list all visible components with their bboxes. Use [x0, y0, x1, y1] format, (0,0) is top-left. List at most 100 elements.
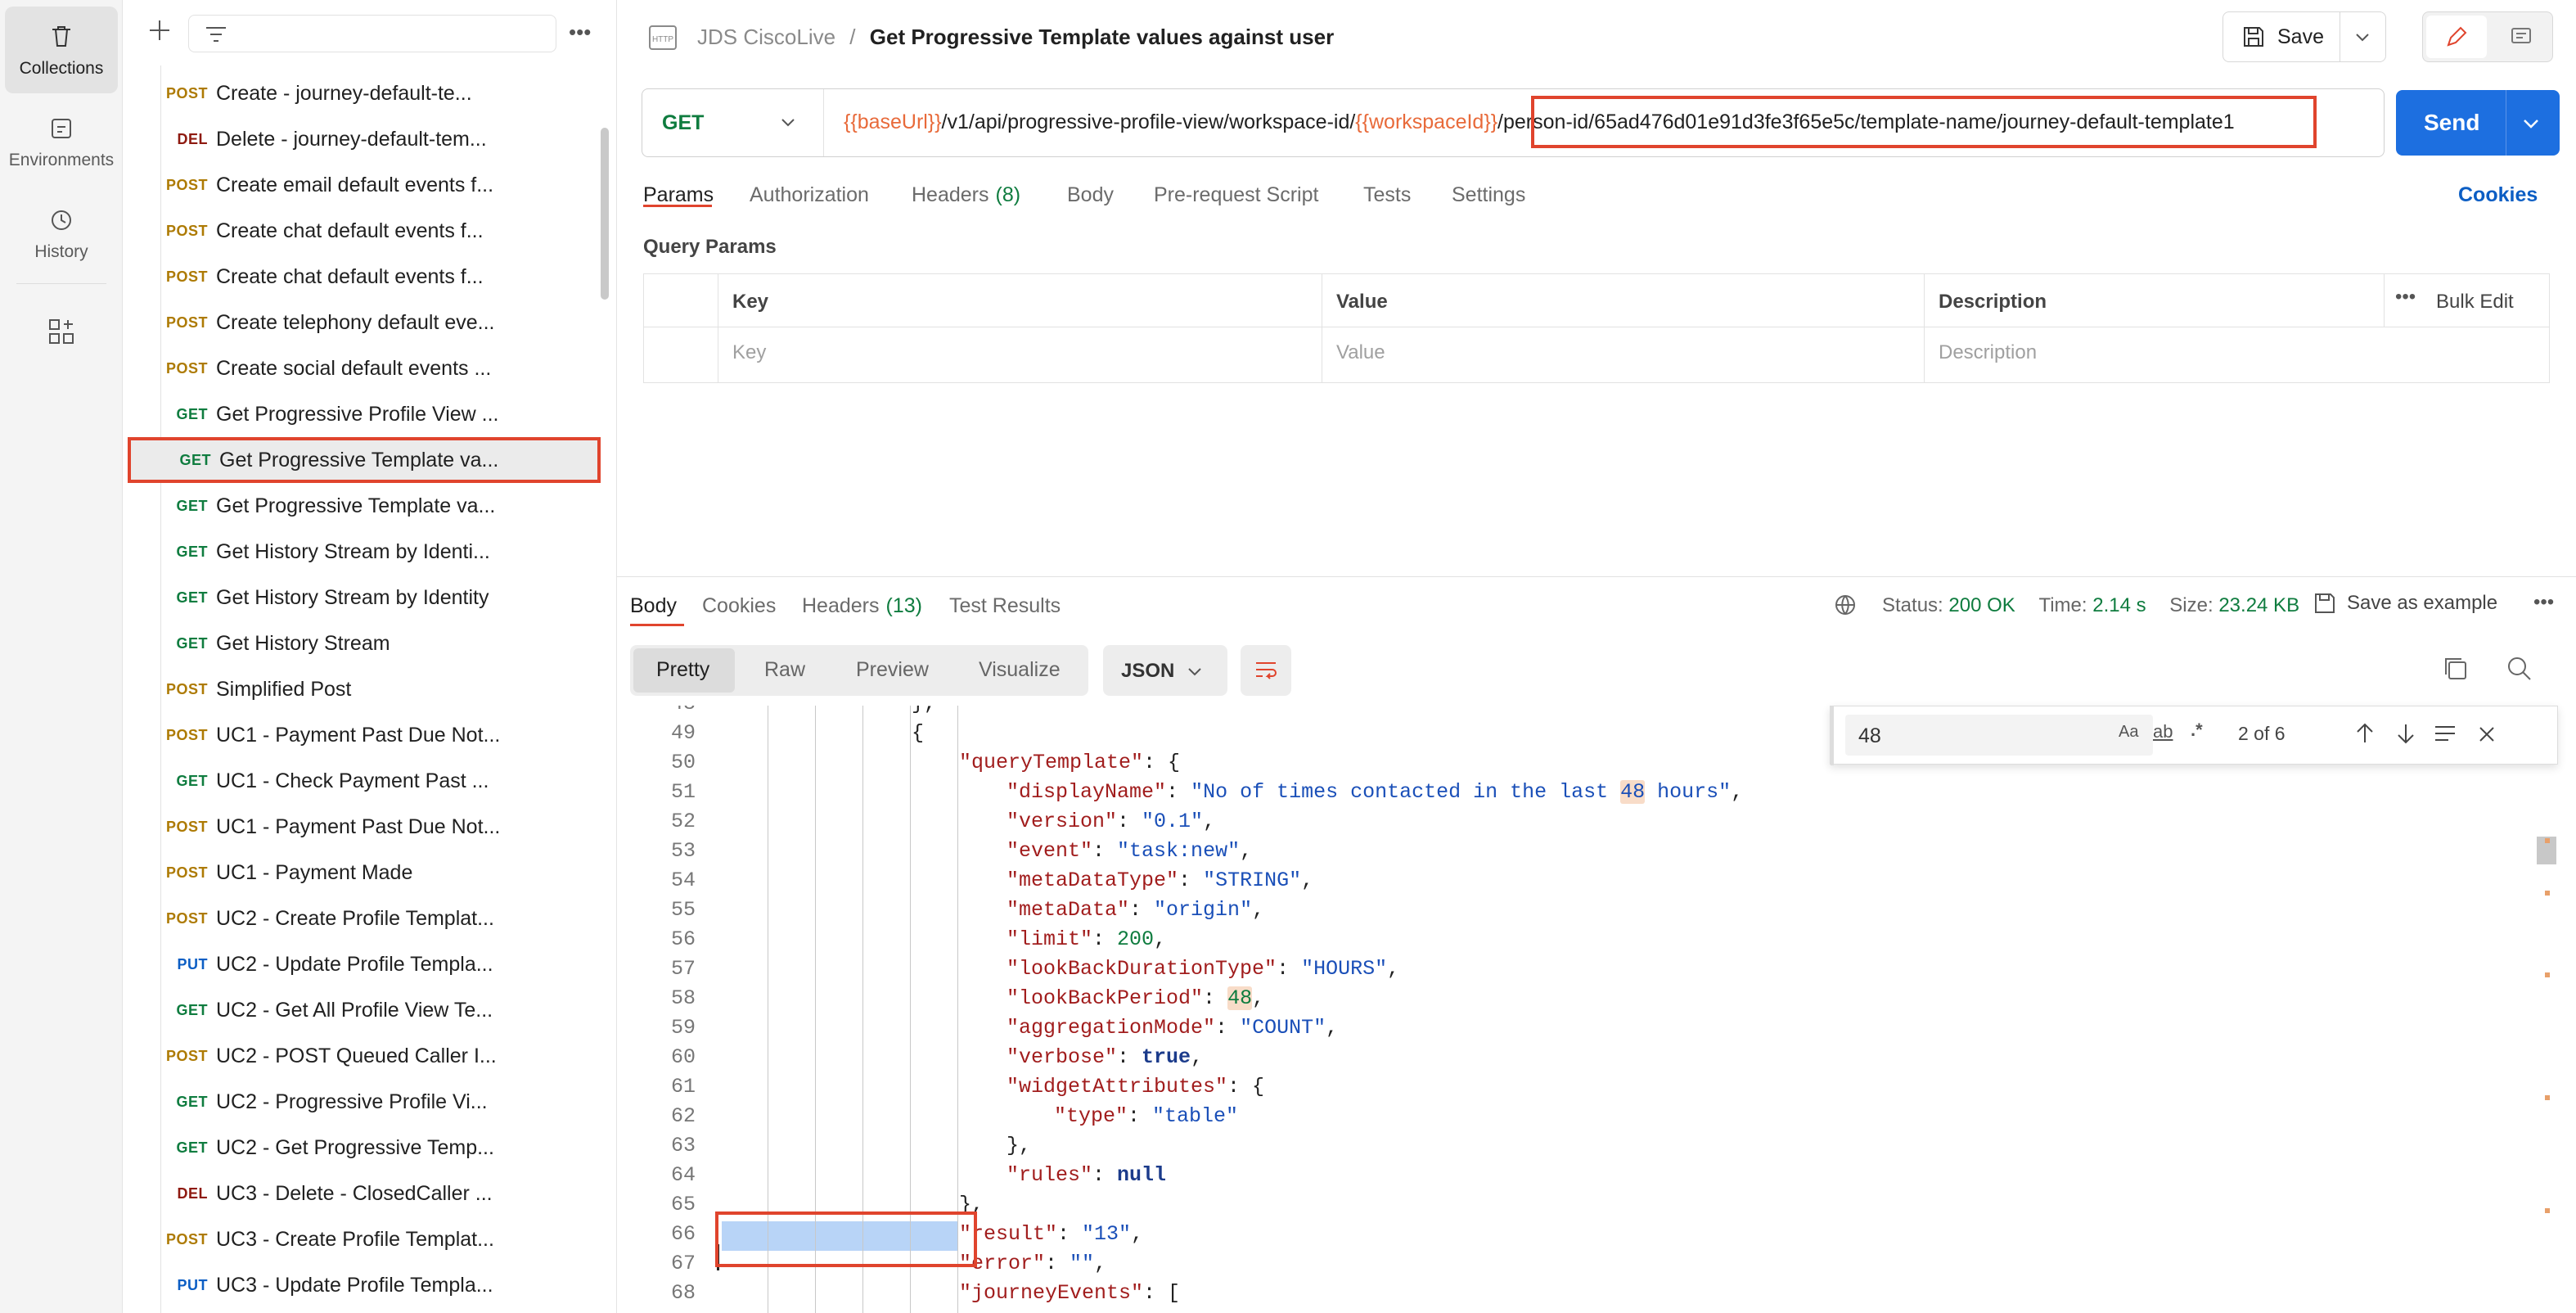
list-item[interactable]: POST Create social default events ...	[128, 345, 601, 391]
code-token: :	[1045, 1252, 1070, 1275]
time-value[interactable]: 2.14 s	[2092, 594, 2146, 616]
request-title[interactable]: Get Progressive Template values against …	[870, 25, 1334, 49]
view-pretty[interactable]: Pretty	[656, 658, 709, 682]
view-preview[interactable]: Preview	[856, 658, 929, 682]
line-number: 60	[670, 1045, 696, 1069]
list-item[interactable]: POST UC2 - Create Profile Templat...	[128, 896, 601, 941]
list-item[interactable]: POST UC1 - Payment Made	[128, 850, 601, 896]
list-item[interactable]: PUT UC3 - Update Profile Templa...	[128, 1262, 601, 1308]
description-input[interactable]: Description	[1939, 341, 2037, 364]
list-item[interactable]: GET UC2 - Get Progressive Temp...	[128, 1125, 601, 1171]
arrow-up-icon[interactable]	[2353, 721, 2377, 746]
method-badge: GET	[176, 589, 208, 606]
rail-collections[interactable]: Collections	[5, 7, 118, 93]
whole-word-button[interactable]: ab	[2153, 721, 2173, 742]
tab-settings[interactable]: Settings	[1452, 183, 1525, 207]
tab-params[interactable]: Params	[643, 183, 714, 207]
response-tab-test-results[interactable]: Test Results	[949, 594, 1061, 618]
status-value[interactable]: 200 OK	[1948, 594, 2015, 616]
response-tab-body[interactable]: Body	[630, 594, 677, 618]
list-item[interactable]: POST Create - journey-default-te...	[128, 70, 601, 116]
list-item[interactable]: GET UC2 - Progressive Profile Vi...	[128, 1079, 601, 1125]
code-token: "limit"	[1007, 927, 1093, 951]
response-body-editor[interactable]: 48},49{50"queryTemplate": {51"displayNam…	[630, 706, 2529, 1313]
value-input[interactable]: Value	[1336, 341, 1385, 364]
tab-pre-request-script[interactable]: Pre-request Script	[1154, 183, 1318, 207]
method-badge: POST	[165, 314, 208, 331]
sidebar-scrollbar[interactable]	[601, 128, 609, 300]
send-button[interactable]: Send	[2396, 90, 2560, 156]
response-tab-headers[interactable]: Headers (13)	[802, 594, 922, 618]
rail-environments[interactable]: Environments	[5, 98, 118, 185]
method-badge: POST	[165, 359, 208, 377]
more-options-icon[interactable]: •••	[2395, 286, 2416, 309]
match-case-button[interactable]: Aa	[2119, 723, 2138, 742]
method-badge: GET	[176, 1093, 208, 1110]
list-item[interactable]: POST Create telephony default eve...	[128, 300, 601, 345]
list-item[interactable]: DEL Delete - journey-default-tem...	[128, 116, 601, 162]
response-divider[interactable]	[617, 576, 2576, 577]
bulk-edit-button[interactable]: Bulk Edit	[2436, 291, 2514, 314]
arrow-down-icon[interactable]	[2394, 721, 2418, 746]
list-item[interactable]: GET Get Progressive Profile View ...	[128, 391, 601, 437]
tab-tests[interactable]: Tests	[1363, 183, 1411, 207]
size-value[interactable]: 23.24 KB	[2218, 594, 2299, 616]
list-item[interactable]: GET Get Progressive Template va...	[128, 437, 601, 483]
view-visualize[interactable]: Visualize	[979, 658, 1061, 682]
list-item[interactable]: POST Simplified Post	[128, 666, 601, 712]
list-item[interactable]: POST UC1 - Payment Past Due Not...	[128, 712, 601, 758]
key-input[interactable]: Key	[732, 341, 766, 364]
filter-input[interactable]	[188, 15, 556, 52]
code-token: :	[1117, 1045, 1142, 1069]
list-item[interactable]: GET UC2 - Get All Profile View Te...	[128, 987, 601, 1033]
method-select[interactable]: GET	[642, 89, 824, 156]
format-select[interactable]: JSON	[1103, 645, 1227, 696]
code-token: hours"	[1645, 780, 1732, 804]
comments-button[interactable]	[2492, 16, 2551, 58]
rail-history[interactable]: History	[5, 190, 118, 277]
cookies-link[interactable]: Cookies	[2458, 183, 2538, 207]
regex-button[interactable]: .*	[2191, 720, 2203, 741]
list-item[interactable]: POST Create chat default events f...	[128, 254, 601, 300]
list-item[interactable]: PUT UC2 - Update Profile Templa...	[128, 941, 601, 987]
globe-icon[interactable]	[1833, 593, 1861, 620]
breadcrumb-workspace[interactable]: JDS CiscoLive	[697, 25, 835, 49]
search-icon[interactable]	[2506, 655, 2533, 683]
copy-icon[interactable]	[2442, 655, 2470, 683]
chevron-down-icon[interactable]	[2353, 29, 2372, 45]
list-item[interactable]: POST UC3 - Create Profile Templat...	[128, 1216, 601, 1262]
close-icon[interactable]	[2475, 723, 2498, 746]
list-item[interactable]: GET Get History Stream by Identity	[128, 575, 601, 620]
save-as-example-button[interactable]: Save as example	[2313, 591, 2497, 616]
code-line: "lookBackPeriod": 48,	[1007, 984, 1264, 1013]
code-token: "aggregationMode"	[1007, 1016, 1216, 1040]
code-token: ,	[1131, 1222, 1144, 1246]
editor-scrollbar[interactable]	[2537, 706, 2561, 1313]
more-options-icon[interactable]: •••	[569, 20, 591, 45]
more-options-icon[interactable]: •••	[2533, 591, 2554, 614]
save-button[interactable]: Save	[2222, 11, 2386, 62]
list-item[interactable]: GET Get History Stream by Identi...	[128, 529, 601, 575]
list-item[interactable]: POST UC1 - Payment Past Due Not...	[128, 804, 601, 850]
response-tab-cookies[interactable]: Cookies	[702, 594, 776, 618]
tab-authorization[interactable]: Authorization	[750, 183, 869, 207]
find-input[interactable]: 48	[1845, 715, 2153, 756]
list-item[interactable]: POST Create chat default events f...	[128, 208, 601, 254]
add-apps-icon[interactable]	[47, 318, 75, 345]
wrap-lines-button[interactable]	[1241, 645, 1291, 696]
find-in-selection-icon[interactable]	[2433, 723, 2457, 746]
list-item[interactable]: GET UC1 - Check Payment Past ...	[128, 758, 601, 804]
tab-headers[interactable]: Headers (8)	[912, 183, 1020, 207]
line-number: 64	[670, 1163, 696, 1187]
list-item[interactable]: GET Get Progressive Template va...	[128, 483, 601, 529]
list-item[interactable]: POST UC2 - POST Queued Caller I...	[128, 1033, 601, 1079]
list-item[interactable]: GET Get History Stream	[128, 620, 601, 666]
code-token: :	[1092, 1163, 1118, 1187]
list-item[interactable]: POST Create email default events f...	[128, 162, 601, 208]
add-icon[interactable]	[147, 18, 172, 43]
tab-body[interactable]: Body	[1067, 183, 1114, 207]
chevron-down-icon[interactable]	[2520, 115, 2542, 133]
list-item[interactable]: DEL UC3 - Delete - ClosedCaller ...	[128, 1171, 601, 1216]
view-raw[interactable]: Raw	[764, 658, 805, 682]
edit-mode-button[interactable]	[2426, 16, 2487, 58]
